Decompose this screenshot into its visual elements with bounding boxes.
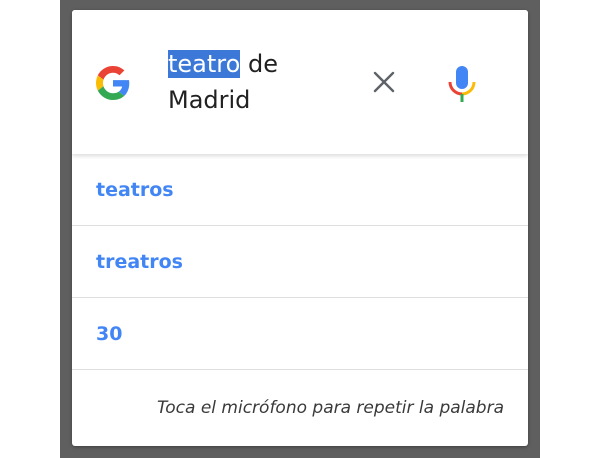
close-icon: [373, 71, 395, 93]
search-query[interactable]: teatro de Madrid: [168, 46, 338, 118]
suggestion-list: teatros treatros 30: [72, 154, 528, 370]
search-header: teatro de Madrid: [72, 10, 528, 154]
hint-text: Toca el micrófono para repetir la palabr…: [156, 398, 504, 418]
voice-correction-card: teatro de Madrid teatros treatros 30 Toca…: [72, 10, 528, 446]
query-text-line2: Madrid: [168, 86, 251, 114]
suggestion-item[interactable]: treatros: [72, 226, 528, 298]
clear-button[interactable]: [372, 70, 396, 94]
microphone-icon: [448, 66, 476, 102]
microphone-button[interactable]: [446, 64, 478, 104]
suggestion-item[interactable]: 30: [72, 298, 528, 370]
selected-word[interactable]: teatro: [168, 50, 241, 78]
google-g-icon: [96, 66, 130, 100]
suggestion-item[interactable]: teatros: [72, 154, 528, 226]
query-text-line1: de: [240, 50, 278, 78]
